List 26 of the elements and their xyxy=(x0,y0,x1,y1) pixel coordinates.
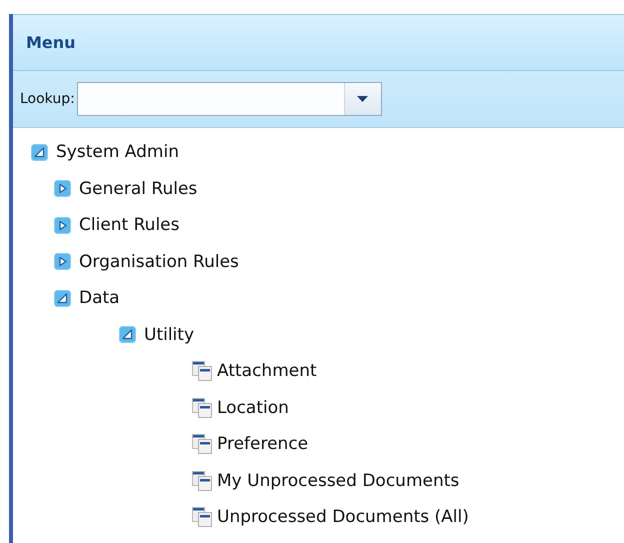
tree-item[interactable]: System Admin xyxy=(56,142,179,162)
tree-item[interactable]: Utility xyxy=(144,324,194,345)
tree-item[interactable]: Organisation Rules xyxy=(79,252,239,272)
windows-icon xyxy=(191,506,213,528)
tree-item[interactable]: Attachment xyxy=(217,361,317,382)
tree-item[interactable]: Unprocessed Documents (All) xyxy=(217,507,469,528)
windows-icon xyxy=(191,360,213,382)
tree-item[interactable]: General Rules xyxy=(79,178,198,199)
caret-icon xyxy=(357,96,368,102)
expand-icon[interactable] xyxy=(54,216,71,234)
tree-item[interactable]: Preference xyxy=(217,434,308,454)
windows-icon xyxy=(191,433,213,456)
tree-item[interactable]: Client Rules xyxy=(79,215,180,236)
lookup-label: Lookup: xyxy=(20,91,75,107)
windows-icon xyxy=(191,396,213,419)
expand-icon[interactable] xyxy=(54,253,71,270)
tree-item[interactable]: Location xyxy=(217,398,289,418)
tree-item[interactable]: My Unprocessed Documents xyxy=(217,470,460,491)
tree-item[interactable]: Data xyxy=(79,288,120,308)
expand-icon[interactable] xyxy=(54,180,71,198)
windows-icon xyxy=(191,470,213,492)
collapse-icon[interactable] xyxy=(119,326,136,344)
dropdown-button[interactable] xyxy=(344,83,381,115)
collapse-icon[interactable] xyxy=(31,144,48,161)
collapse-icon[interactable] xyxy=(54,290,71,307)
panel-title: Menu xyxy=(26,33,76,52)
